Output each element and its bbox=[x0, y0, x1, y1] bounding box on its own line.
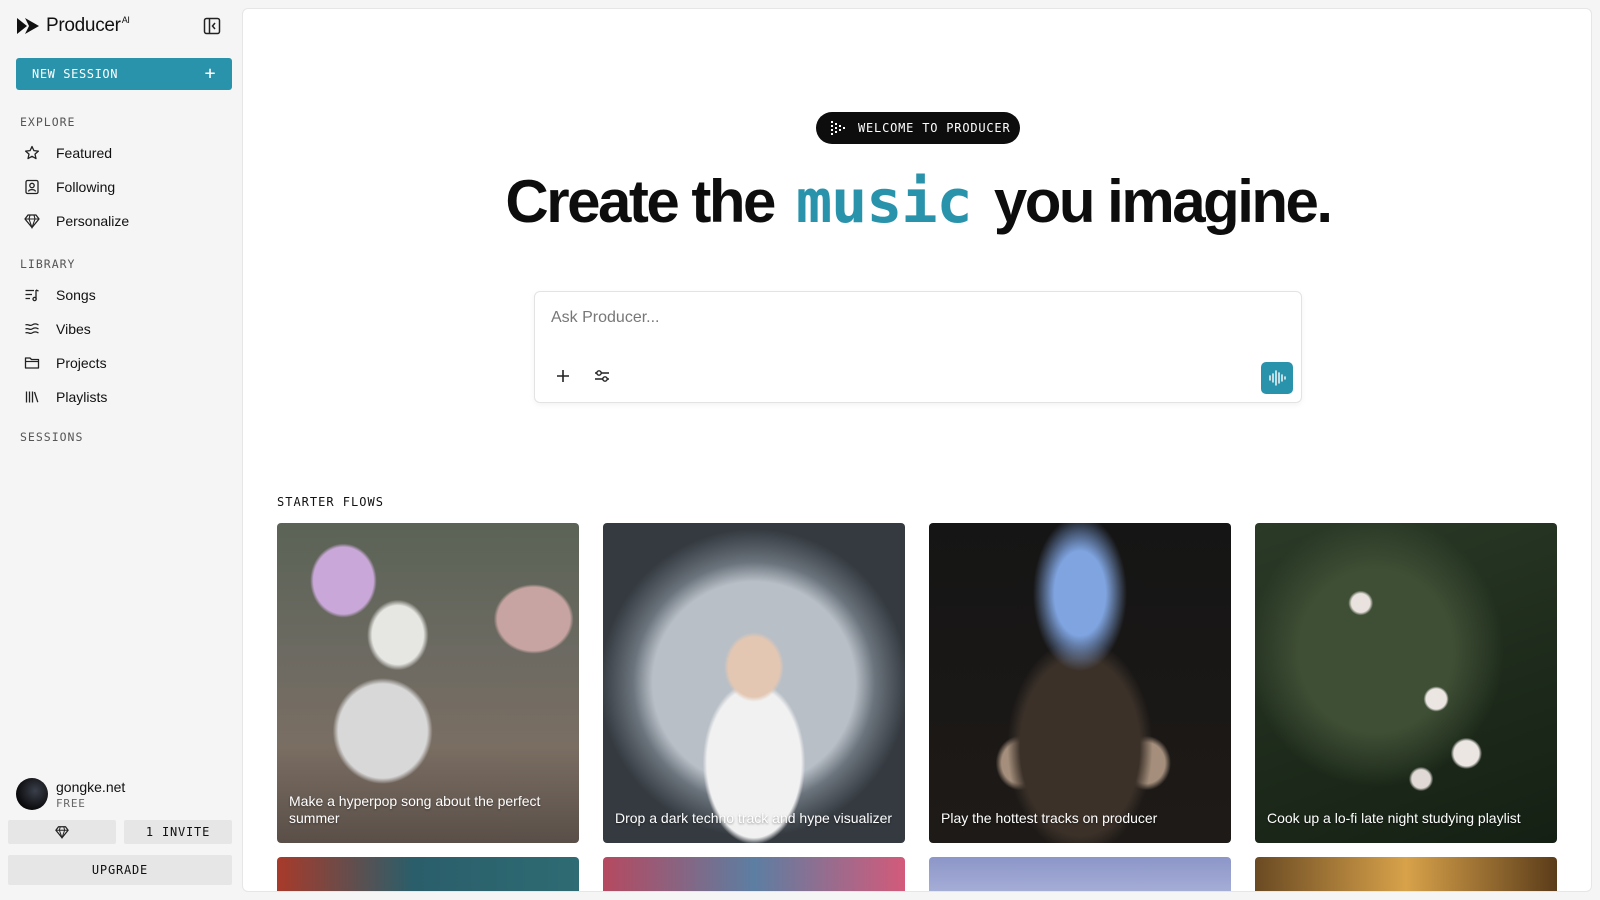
audio-waveform-icon bbox=[1269, 370, 1286, 386]
gem-icon bbox=[24, 214, 40, 229]
explore-section-label: EXPLORE bbox=[20, 115, 76, 129]
sidebar-item-label: Songs bbox=[56, 287, 96, 303]
brand[interactable]: ProducerAI bbox=[16, 14, 130, 38]
gem-button[interactable] bbox=[8, 820, 116, 844]
sessions-section-label: SESSIONS bbox=[20, 430, 84, 444]
starter-flow-card[interactable]: Make a hyperpop song about the perfect s… bbox=[277, 523, 579, 843]
add-icon[interactable] bbox=[553, 366, 573, 386]
upgrade-button[interactable]: UPGRADE bbox=[8, 855, 232, 885]
starter-flows-label: STARTER FLOWS bbox=[277, 495, 384, 509]
sidebar-item-vibes[interactable]: Vibes bbox=[16, 314, 226, 344]
headline-accent: music bbox=[796, 167, 973, 237]
settings-sliders-icon[interactable] bbox=[592, 366, 612, 386]
sidebar-item-label: Following bbox=[56, 179, 116, 195]
sidebar-item-label: Personalize bbox=[56, 213, 130, 229]
library-icon bbox=[25, 391, 39, 403]
page-title: Create the music you imagine. bbox=[243, 167, 1591, 237]
sidebar-item-songs[interactable]: Songs bbox=[16, 280, 226, 310]
sidebar-item-label: Vibes bbox=[56, 321, 91, 337]
songs-icon bbox=[25, 289, 39, 302]
star-icon bbox=[24, 145, 40, 160]
starter-flow-card[interactable]: Drop a dark techno track and hype visual… bbox=[603, 523, 905, 843]
welcome-badge-label: WELCOME TO PRODUCER bbox=[858, 121, 1011, 135]
starter-flow-card[interactable]: Play the hottest tracks on producer bbox=[929, 523, 1231, 843]
following-icon bbox=[25, 179, 39, 195]
starter-flow-card-partial[interactable] bbox=[603, 857, 905, 891]
card-caption: Make a hyperpop song about the perfect s… bbox=[289, 793, 541, 826]
headline-post: you imagine. bbox=[993, 168, 1333, 235]
sidebar: ProducerAI NEW SESSION + EXPLORE Feature… bbox=[0, 0, 242, 900]
starter-flow-card-partial[interactable] bbox=[277, 857, 579, 891]
starter-flow-card-partial[interactable] bbox=[1255, 857, 1557, 891]
producer-logo-icon bbox=[831, 121, 845, 135]
plus-icon: + bbox=[204, 63, 216, 84]
folder-icon bbox=[24, 357, 40, 369]
avatar bbox=[16, 778, 48, 810]
welcome-badge: WELCOME TO PRODUCER bbox=[816, 112, 1020, 144]
prompt-input[interactable] bbox=[551, 306, 1271, 330]
card-caption: Drop a dark techno track and hype visual… bbox=[615, 810, 893, 826]
card-caption: Cook up a lo-fi late night studying play… bbox=[1267, 810, 1521, 826]
prompt-box bbox=[534, 291, 1302, 403]
sidebar-item-featured[interactable]: Featured bbox=[16, 138, 226, 168]
waves-icon bbox=[25, 323, 39, 335]
invite-button[interactable]: 1 INVITE bbox=[124, 820, 232, 844]
producer-logo-icon bbox=[17, 18, 39, 34]
main-panel: WELCOME TO PRODUCER Create the music you… bbox=[242, 8, 1592, 892]
new-session-label: NEW SESSION bbox=[32, 67, 119, 81]
card-caption: Play the hottest tracks on producer bbox=[941, 810, 1158, 826]
sidebar-item-label: Featured bbox=[56, 145, 113, 161]
new-session-button[interactable]: NEW SESSION + bbox=[16, 58, 232, 90]
sidebar-item-personalize[interactable]: Personalize bbox=[16, 206, 226, 236]
gem-icon bbox=[55, 826, 69, 839]
user-profile[interactable]: gongke.net FREE bbox=[16, 778, 125, 810]
sidebar-item-label: Playlists bbox=[56, 389, 108, 405]
voice-input-button[interactable] bbox=[1261, 362, 1293, 394]
sidebar-item-label: Projects bbox=[56, 355, 107, 371]
library-section-label: LIBRARY bbox=[20, 257, 76, 271]
brand-name: ProducerAI bbox=[46, 15, 130, 36]
user-plan: FREE bbox=[56, 796, 86, 810]
headline-pre: Create the bbox=[505, 168, 776, 235]
collapse-sidebar-icon[interactable] bbox=[203, 17, 221, 35]
starter-flow-card[interactable]: Cook up a lo-fi late night studying play… bbox=[1255, 523, 1557, 843]
user-name: gongke.net bbox=[56, 778, 126, 795]
sidebar-item-following[interactable]: Following bbox=[16, 172, 226, 202]
sidebar-item-playlists[interactable]: Playlists bbox=[16, 382, 226, 412]
sidebar-item-projects[interactable]: Projects bbox=[16, 348, 226, 378]
starter-flow-card-partial[interactable] bbox=[929, 857, 1231, 891]
